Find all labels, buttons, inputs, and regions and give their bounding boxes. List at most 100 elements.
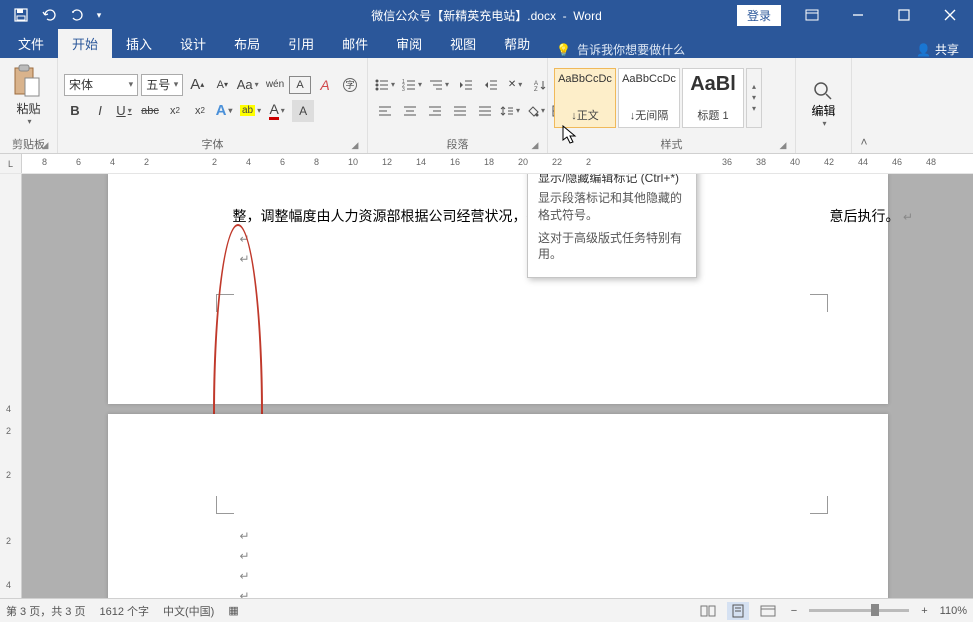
align-distribute[interactable] — [474, 100, 496, 122]
tab-file[interactable]: 文件 — [4, 29, 58, 58]
shading-button[interactable]: ▾ — [526, 100, 548, 122]
print-layout-button[interactable] — [727, 602, 749, 620]
phonetic-guide[interactable]: wén — [264, 74, 286, 96]
asian-layout[interactable]: ✕▾ — [505, 74, 527, 96]
grow-font[interactable]: A▴ — [186, 74, 208, 96]
group-editing: 编辑 ▾ — [796, 58, 852, 153]
tooltip-body: 这对于高级版式任务特别有用。 — [538, 230, 686, 264]
multilevel-icon — [429, 79, 443, 91]
page[interactable]: 整，调整幅度由人力资源部根据公司经营状况，拟定调整 意后执行。 ↵ ↵ ↵ — [108, 174, 888, 404]
zoom-in-button[interactable]: + — [917, 605, 931, 617]
style-no-spacing[interactable]: AaBbCcDc ↓无间隔 — [618, 68, 680, 128]
read-mode-button[interactable] — [697, 602, 719, 620]
maximize-button[interactable] — [881, 0, 927, 30]
numbering-icon: 123 — [402, 79, 416, 91]
font-color-button[interactable]: A▾ — [267, 100, 289, 122]
tab-review[interactable]: 审阅 — [382, 29, 436, 58]
bucket-icon — [527, 105, 539, 117]
tab-view[interactable]: 视图 — [436, 29, 490, 58]
style-normal[interactable]: AaBbCcDc ↓正文 — [554, 68, 616, 128]
minimize-button[interactable] — [835, 0, 881, 30]
align-right[interactable] — [424, 100, 446, 122]
page[interactable]: ↵ ↵ ↵ ↵ ↵ — [108, 414, 888, 606]
page-indicator[interactable]: 第 3 页，共 3 页 — [6, 603, 85, 619]
paragraph-launcher[interactable]: ◢ — [529, 139, 541, 151]
align-center[interactable] — [399, 100, 421, 122]
highlight-button[interactable]: ab▾ — [239, 100, 264, 122]
zoom-out-button[interactable]: − — [787, 605, 801, 617]
underline-button[interactable]: U▾ — [114, 100, 136, 122]
margin-corner — [216, 294, 234, 312]
align-left-icon — [378, 105, 392, 117]
tab-home[interactable]: 开始 — [58, 29, 112, 58]
paragraph-mark-icon: ↵ — [240, 549, 250, 564]
horizontal-ruler[interactable]: 8642246810121416182022236384042444648 — [22, 154, 973, 173]
styles-launcher[interactable]: ◢ — [777, 139, 789, 151]
tab-insert[interactable]: 插入 — [112, 29, 166, 58]
language-indicator[interactable]: 中文(中国) — [163, 603, 214, 619]
paragraph-mark-icon: ↵ — [240, 252, 250, 267]
increase-indent[interactable] — [480, 74, 502, 96]
save-button[interactable] — [8, 2, 34, 28]
change-case[interactable]: Aa▾ — [236, 74, 261, 96]
bullets-button[interactable]: ▾ — [374, 74, 398, 96]
document-scroll[interactable]: 整，调整幅度由人力资源部根据公司经营状况，拟定调整 意后执行。 ↵ ↵ ↵ ↵ … — [22, 174, 973, 606]
char-shading[interactable]: A — [292, 100, 314, 122]
paste-button[interactable]: 粘贴 ▾ — [11, 60, 47, 126]
align-justify[interactable] — [449, 100, 471, 122]
styles-more[interactable]: ▴▾▾ — [746, 68, 762, 128]
align-left[interactable] — [374, 100, 396, 122]
ribbon-display-options[interactable] — [789, 0, 835, 30]
share-button[interactable]: 👤 共享 — [902, 41, 973, 58]
word-count[interactable]: 1612 个字 — [99, 603, 149, 619]
find-button[interactable]: 编辑 ▾ — [811, 72, 835, 128]
clear-formatting[interactable]: A — [314, 74, 336, 96]
ruler-area: L 8642246810121416182022236384042444648 — [0, 154, 973, 174]
tab-selector[interactable]: L — [0, 154, 22, 173]
multilevel-button[interactable]: ▾ — [428, 74, 452, 96]
justify-icon — [453, 105, 467, 117]
undo-button[interactable] — [36, 2, 62, 28]
clipboard-launcher[interactable]: ◢ — [39, 139, 51, 151]
strike-button[interactable]: abc — [139, 100, 161, 122]
margin-corner — [810, 496, 828, 514]
group-font: 宋体▾ 五号▾ A▴ A▾ Aa▾ wén A A 字 B I U▾ abc x… — [58, 58, 368, 153]
tab-layout[interactable]: 布局 — [220, 29, 274, 58]
zoom-slider[interactable] — [809, 609, 909, 612]
font-launcher[interactable]: ◢ — [349, 139, 361, 151]
qat-customize[interactable]: ▾ — [92, 2, 106, 28]
close-button[interactable] — [927, 0, 973, 30]
collapse-ribbon[interactable]: ˄ — [852, 58, 876, 153]
shrink-font[interactable]: A▾ — [211, 74, 233, 96]
redo-button[interactable] — [64, 2, 90, 28]
bold-button[interactable]: B — [64, 100, 86, 122]
bullets-icon — [375, 79, 389, 91]
zoom-level[interactable]: 110% — [940, 605, 967, 617]
font-name-combo[interactable]: 宋体▾ — [64, 74, 138, 96]
svg-text:Z: Z — [534, 87, 538, 91]
tab-mailings[interactable]: 邮件 — [328, 29, 382, 58]
decrease-indent[interactable] — [455, 74, 477, 96]
numbering-button[interactable]: 123▾ — [401, 74, 425, 96]
italic-button[interactable]: I — [89, 100, 111, 122]
tab-design[interactable]: 设计 — [166, 29, 220, 58]
font-size-combo[interactable]: 五号▾ — [141, 74, 183, 96]
text-effects[interactable]: A▾ — [214, 100, 236, 122]
tell-me-search[interactable]: 💡 告诉我你想要做什么 — [544, 41, 697, 58]
superscript-button[interactable]: x2 — [189, 100, 211, 122]
sort-icon: AZ — [534, 79, 546, 91]
tab-help[interactable]: 帮助 — [490, 29, 544, 58]
macro-indicator[interactable]: ▦ — [228, 604, 238, 617]
style-heading1[interactable]: AaBl 标题 1 — [682, 68, 744, 128]
vertical-ruler[interactable]: 42224 — [0, 174, 22, 606]
web-layout-button[interactable] — [757, 602, 779, 620]
margin-corner — [810, 294, 828, 312]
line-spacing[interactable]: ▾ — [499, 100, 523, 122]
enclose-chars[interactable]: 字 — [339, 74, 361, 96]
status-bar: 第 3 页，共 3 页 1612 个字 中文(中国) ▦ − + 110% — [0, 598, 973, 622]
tab-references[interactable]: 引用 — [274, 29, 328, 58]
tooltip-body: 显示段落标记和其他隐藏的格式符号。 — [538, 190, 686, 224]
login-button[interactable]: 登录 — [737, 5, 781, 26]
char-border[interactable]: A — [289, 76, 311, 94]
subscript-button[interactable]: x2 — [164, 100, 186, 122]
